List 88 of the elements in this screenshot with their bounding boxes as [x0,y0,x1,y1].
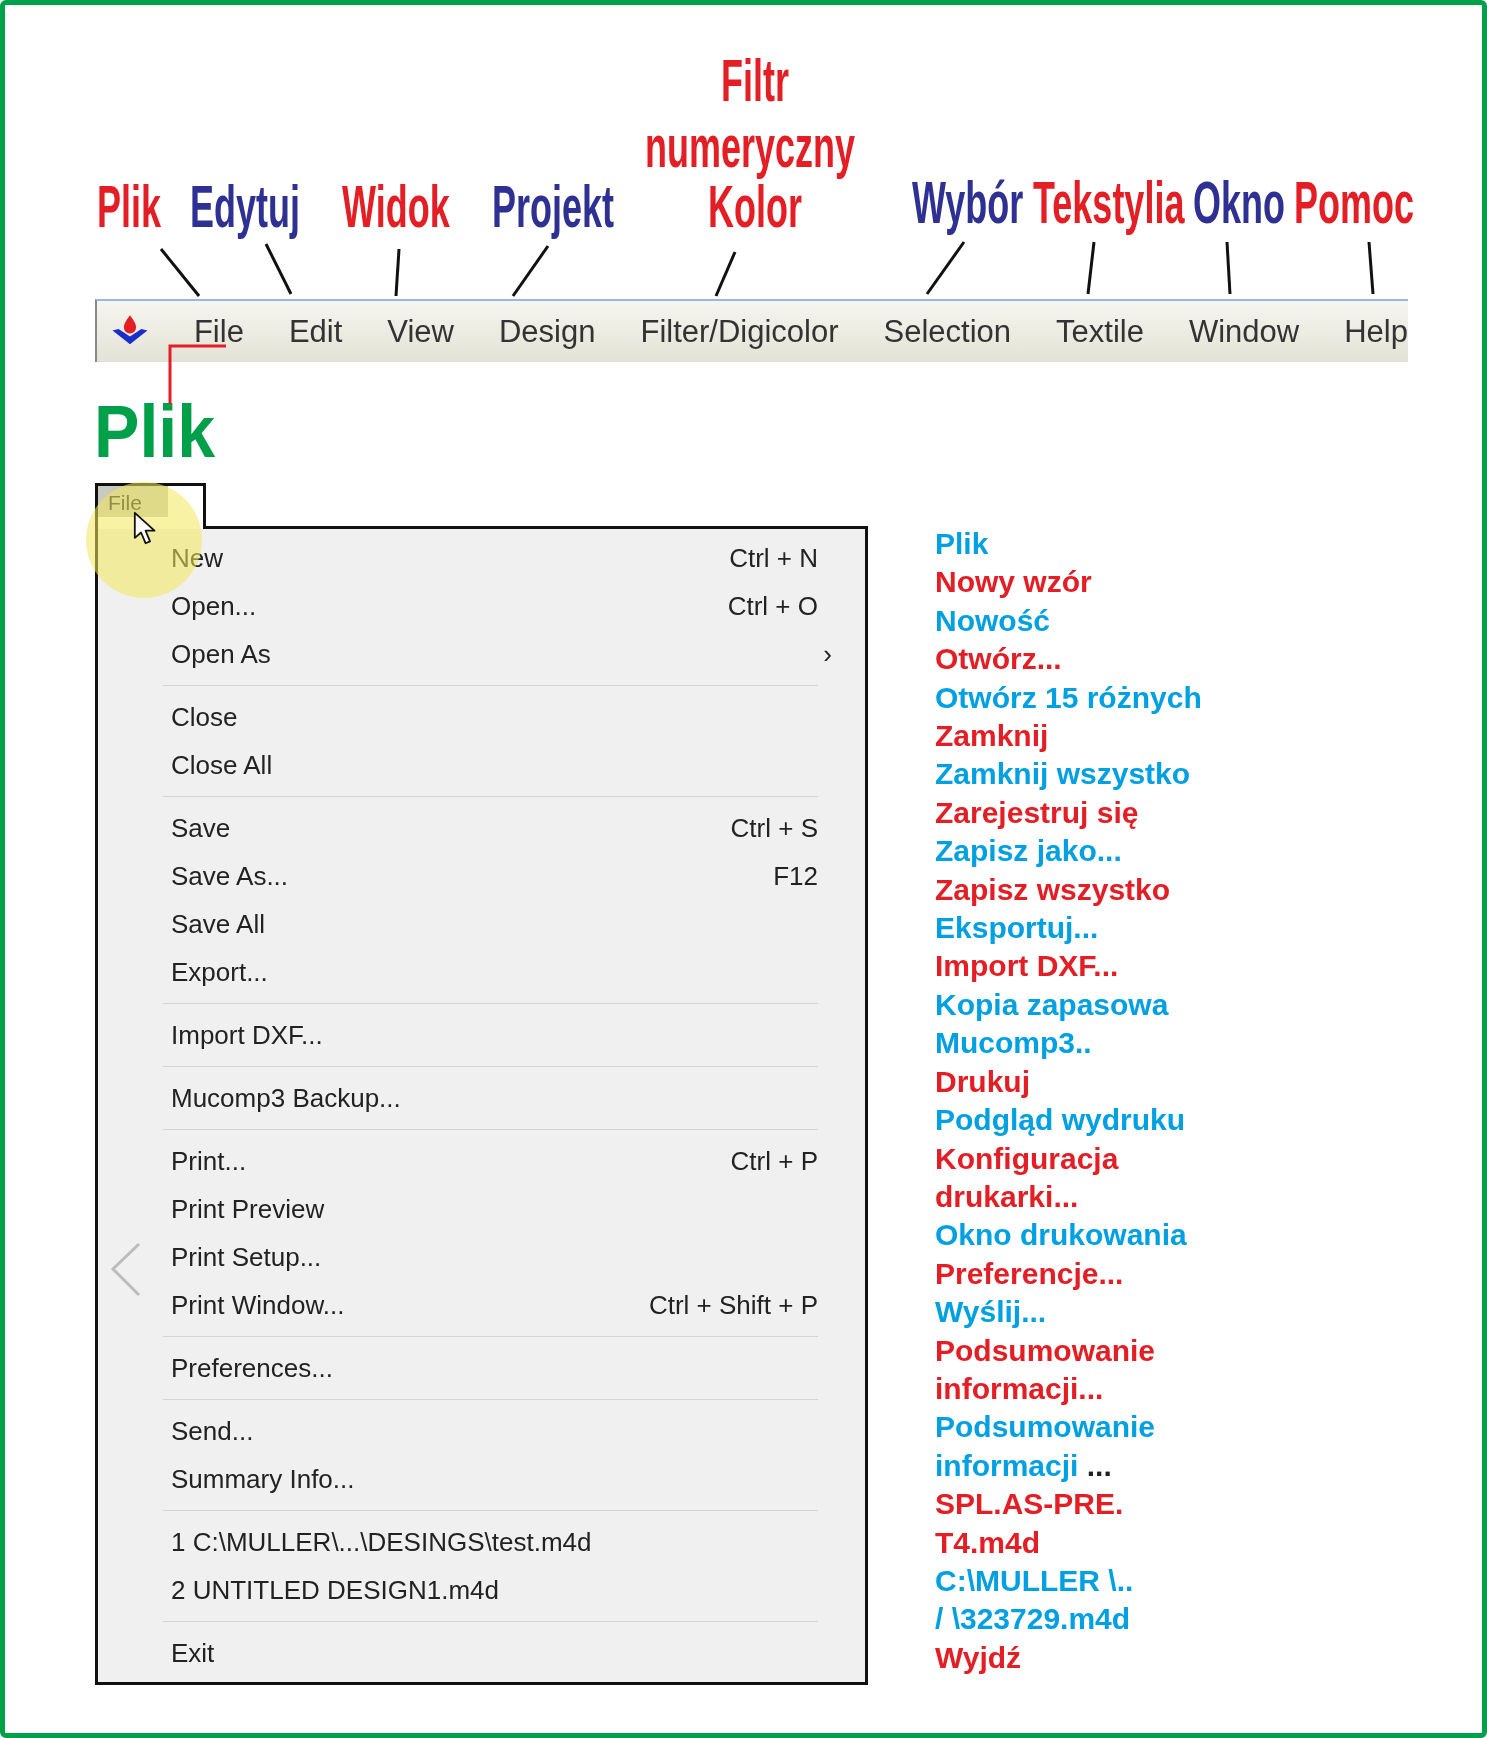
translation-text: Nowość [935,602,1052,639]
annotation-label: Plik [97,177,162,237]
translation-text: Otwórz 15 różnych [935,679,1202,716]
menu-item[interactable]: Help [1344,316,1408,347]
annotation-label: Okno [1193,173,1285,233]
translation-text: T4.m4d [935,1524,1042,1561]
menu-entry[interactable]: Preferences... [171,1355,333,1381]
translation-text: Plik [935,526,990,562]
annotation-label: Projekt [492,177,615,237]
translation-text: Otwórz... [935,641,1063,678]
translation-text: C:\MULLER \.. [935,1562,1135,1599]
leader-line [925,241,966,295]
menu-entry[interactable]: Save As... [171,863,289,889]
translation-text: Wyślij... [935,1294,1048,1331]
translation-text: Zamknij wszystko [935,756,1192,793]
menu-entry[interactable]: Summary Info... [171,1466,355,1492]
annotation-label: Edytuj [190,177,300,237]
shortcut-label: Ctrl + N [729,545,818,571]
menu-item[interactable]: Edit [288,316,343,347]
menu-item[interactable]: Window [1188,316,1300,347]
menu-entry[interactable]: Print... [171,1148,247,1174]
menu-entry[interactable]: Open As [171,641,271,667]
translation-text: SPL.AS-PRE. [935,1486,1125,1523]
translation-text: Podsumowanie [935,1332,1157,1369]
menu-item[interactable]: Design [498,316,596,347]
menu-entry[interactable]: 1 C:\MULLER\...\DESINGS\test.m4d [171,1529,592,1555]
translation-text: / \323729.m4d [935,1601,1132,1638]
annotation-label: Pomoc [1294,173,1415,233]
translation-text: informacji... [935,1370,1105,1407]
translation-text: drukarki... [935,1178,1080,1215]
menu-entry[interactable]: Import DXF... [171,1022,323,1048]
leader-line [159,248,201,297]
annotation-label: Tekstylia [1033,173,1185,233]
menu-entry[interactable]: Export... [171,959,268,985]
menu-item[interactable]: Filter/Digicolor [640,316,839,347]
menu-entry[interactable]: Print Setup... [171,1244,322,1270]
leader-line [1367,241,1375,295]
translation-text: Zarejestruj się [935,794,1140,831]
leader-line [1086,241,1096,295]
translation-text: Nowy wzór [935,564,1093,601]
menu-entry[interactable]: Close All [171,752,273,778]
annotation-label: numeryczny [645,117,856,177]
annotation-label: Widok [342,177,450,237]
annotation-label: Filtr [721,51,789,111]
menu-entry[interactable]: Print Window... [171,1292,345,1318]
menu-entry[interactable]: Print Preview [171,1196,325,1222]
translation-text: Podgląd wydruku [935,1102,1187,1139]
chevron-left-icon[interactable] [109,1241,142,1298]
leader-line [714,251,737,297]
translation-text: Zapisz wszystko [935,871,1172,908]
shortcut-label: Ctrl + S [730,815,818,841]
menu-item[interactable]: View [387,316,454,347]
shortcut-label: Ctrl + Shift + P [648,1292,818,1318]
leader-line [511,245,550,297]
translation-text: Import DXF... [935,948,1120,985]
leader-line [1225,241,1232,295]
menu-item[interactable]: Textile [1056,316,1144,347]
menu-entry[interactable]: 2 UNTITLED DESIGN1.m4d [171,1577,499,1603]
translation-text: Mucomp3.. [935,1025,1093,1062]
translation-text: Drukuj [935,1063,1031,1100]
menu-entry[interactable]: Mucomp3 Backup... [171,1085,401,1111]
translation-text: Wyjdź [935,1639,1023,1676]
menu-entry[interactable]: Exit [171,1640,215,1666]
translation-text: Konfiguracja [935,1140,1120,1177]
menu-entry[interactable]: Open... [171,593,257,619]
menu-entry[interactable]: Save All [171,911,265,937]
leader-line [264,243,293,295]
leader-line [394,248,401,297]
submenu-arrow: › [823,641,832,667]
translation-text: Okno drukowania [935,1217,1188,1254]
shortcut-label: F12 [773,863,818,889]
shortcut-label: Ctrl + P [730,1148,818,1174]
shortcut-label: Ctrl + O [727,593,818,619]
translation-text: informacji ... [935,1447,1113,1484]
menu-entry[interactable]: Send... [171,1418,254,1444]
translation-text: Preferencje... [935,1255,1125,1292]
translation-text: Zamknij [935,718,1050,755]
menu-entry[interactable]: Save [171,815,231,841]
section-label: Plik [94,395,216,469]
leader-line [168,344,226,404]
menu-item[interactable]: File [193,316,244,347]
menu-item[interactable]: Selection [883,316,1012,347]
menu-entry[interactable]: Close [171,704,238,730]
annotation-label: Wybór [912,173,1024,233]
translation-text: Kopia zapasowa [935,986,1170,1023]
translation-text: Podsumowanie [935,1409,1157,1446]
translation-text: Zapisz jako... [935,833,1123,870]
translation-text: Eksportuj... [935,910,1100,947]
